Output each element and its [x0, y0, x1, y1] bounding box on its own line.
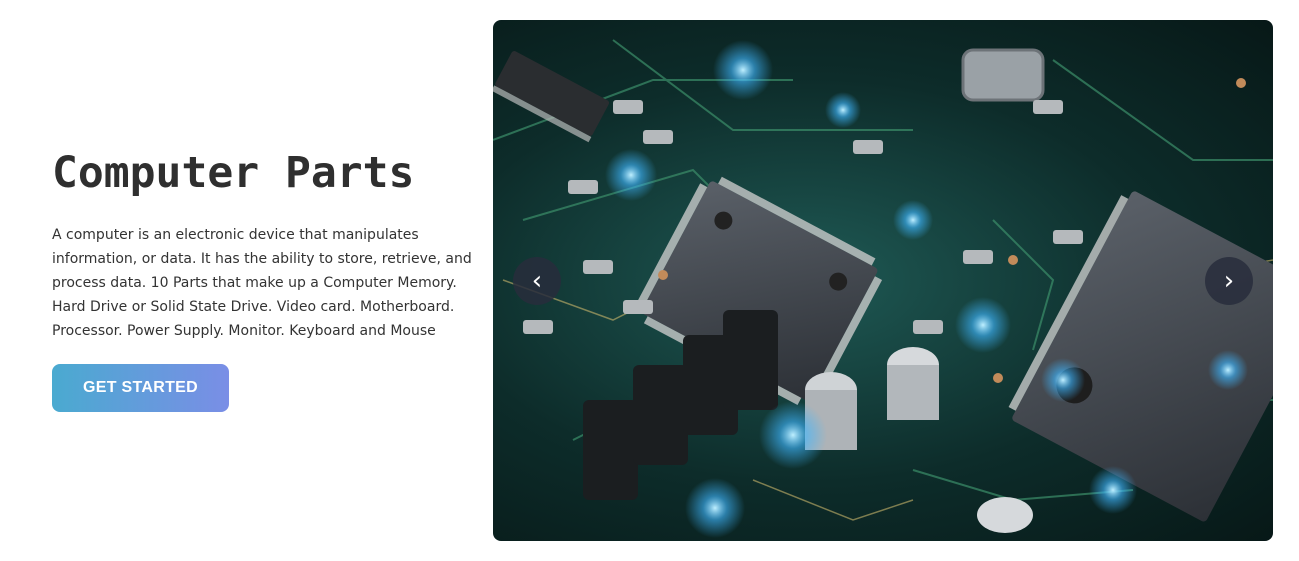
carousel-next-button[interactable]: ›	[1205, 257, 1253, 305]
get-started-button[interactable]: GET STARTED	[52, 364, 229, 412]
chevron-left-icon: ‹	[531, 266, 543, 296]
chevron-right-icon: ›	[1223, 266, 1235, 296]
carousel-prev-button[interactable]: ‹	[513, 257, 561, 305]
page-title: Computer Parts	[52, 148, 415, 198]
circuit-board-image	[493, 39, 1273, 538]
hero-description: A computer is an electronic device that …	[52, 227, 472, 339]
image-carousel: ‹ ›	[493, 20, 1273, 541]
hero-text: Computer Parts A computer is an electron…	[52, 145, 472, 343]
